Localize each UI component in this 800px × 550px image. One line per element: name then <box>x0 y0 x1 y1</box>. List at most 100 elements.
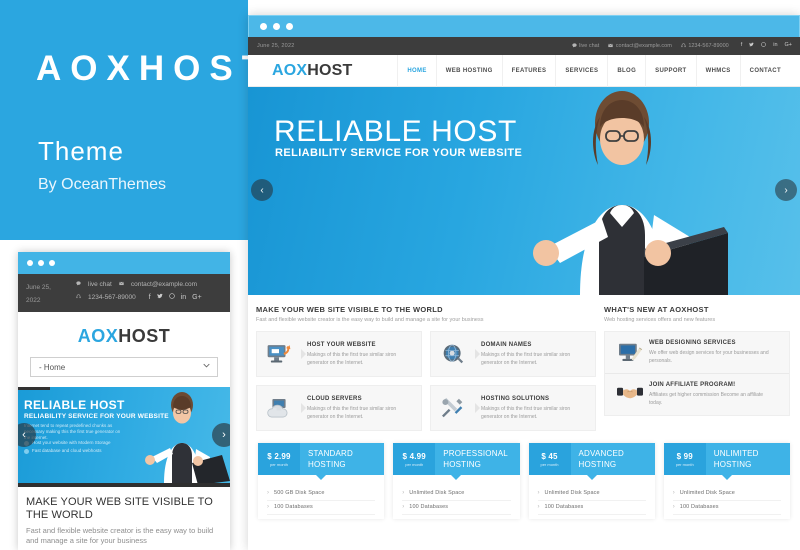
window-dot-minimize-icon[interactable] <box>38 260 44 266</box>
top-bar-contacts: live chat contact@example.com 1234-567-8… <box>571 42 792 49</box>
pricing-plan-card[interactable]: $ 45 per month ADVANCED HOSTING Unlimite… <box>528 443 655 519</box>
window-dot-maximize-icon[interactable] <box>286 23 293 30</box>
pricing-feature: 100 Databases <box>402 501 511 515</box>
pricing-plan-card[interactable]: $ 99 per month UNLIMITED HOSTING Unlimit… <box>663 443 790 519</box>
nav-item-services[interactable]: SERVICES <box>555 55 607 87</box>
phone-link[interactable]: 1234-567-89000 <box>681 43 729 49</box>
chat-icon <box>76 278 81 291</box>
live-chat-label: live chat <box>579 42 600 49</box>
top-bar-date: June 25, 2022 <box>257 43 295 49</box>
pricing-period: per month <box>269 461 288 467</box>
service-card[interactable]: HOSTING SOLUTIONS Makings of this the fi… <box>430 385 596 431</box>
chat-icon <box>571 43 577 48</box>
service-title: CLOUD SERVERS <box>307 395 362 402</box>
pricing-plan-name: STANDARD HOSTING <box>308 449 354 469</box>
social-links: f in G+ <box>741 42 792 49</box>
pricing-plan-name: UNLIMITED HOSTING <box>713 449 759 469</box>
mobile-section-heading: MAKE YOUR WEB SITE VISIBLE TO THE WORLD <box>26 496 213 521</box>
slider-next-button[interactable]: › <box>775 179 797 201</box>
services-subheading: Fast and flexible website creator is the… <box>256 317 484 323</box>
site-logo[interactable]: AOXHOST <box>272 62 353 80</box>
mobile-hero-slider: RELIABLE HOST RELIABILITY SERVICE FOR YO… <box>18 387 230 483</box>
email-link[interactable]: contact@example.com <box>608 43 672 49</box>
mobile-live-chat-label[interactable]: live chat <box>88 278 112 291</box>
news-heading: WHAT'S NEW AT AOXHOST <box>604 305 709 314</box>
service-card[interactable]: CLOUD SERVERS Makings of this the first … <box>256 385 422 431</box>
news-item[interactable]: JOIN AFFILIATE PROGRAM! Affiliates get h… <box>605 373 789 415</box>
pricing-plan-card[interactable]: $ 2.99 per month STANDARD HOSTING 500 GB… <box>258 443 385 519</box>
chevron-down-icon <box>203 363 210 370</box>
mobile-menu-selected-value: - Home <box>39 362 66 372</box>
pricing-plan-header: $ 2.99 per month STANDARD HOSTING <box>258 443 385 480</box>
mobile-hero-features: Host your website with Modern Storage Fa… <box>24 439 129 455</box>
pricing-plan-header: $ 99 per month UNLIMITED HOSTING <box>663 443 790 480</box>
pricing-amount: $ 99 <box>676 451 693 461</box>
googleplus-icon[interactable]: G+ <box>785 42 793 49</box>
nav-item-support[interactable]: SUPPORT <box>645 55 695 87</box>
pricing-period: per month <box>675 461 694 467</box>
globe-disc-icon <box>431 343 475 365</box>
pricing-feature: 500 GB Disk Space <box>267 487 376 501</box>
site-logo-prefix: AOX <box>272 62 308 79</box>
mobile-phone-label[interactable]: 1234-567-89000 <box>88 291 136 304</box>
window-dot-maximize-icon[interactable] <box>49 260 55 266</box>
pricing-period: per month <box>540 461 559 467</box>
twitter-icon[interactable] <box>156 291 163 304</box>
pricing-feature: Unlimited Disk Space <box>672 487 781 501</box>
mail-icon <box>119 278 124 291</box>
mobile-menu-select[interactable]: - Home <box>30 357 218 377</box>
service-title: HOSTING SOLUTIONS <box>481 395 550 402</box>
facebook-icon[interactable]: f <box>149 291 151 304</box>
nav-item-home[interactable]: HOME <box>397 55 435 87</box>
service-card[interactable]: DOMAIN NAMES Makings of this the first t… <box>430 331 596 377</box>
mobile-logo[interactable]: AOXHOST <box>18 312 230 357</box>
pinterest-icon[interactable] <box>761 42 767 49</box>
mobile-slider-next-button[interactable]: › <box>212 423 230 447</box>
facebook-icon[interactable]: f <box>741 42 743 49</box>
news-text: Affiliates get higher commission Become … <box>649 392 764 406</box>
browser-titlebar <box>248 15 800 37</box>
news-subheading: Web hosting services offers and new feat… <box>604 317 716 323</box>
googleplus-icon[interactable]: G+ <box>192 291 202 304</box>
nav-item-whmcs[interactable]: WHMCS <box>695 55 740 87</box>
window-dot-minimize-icon[interactable] <box>273 23 280 30</box>
mobile-hero-feature-2: Fast database and cloud webhosts <box>32 448 102 453</box>
hero-subtitle: RELIABILITY SERVICE FOR YOUR WEBSITE <box>275 147 523 159</box>
mobile-hero-title: RELIABLE HOST <box>24 398 125 412</box>
live-chat-link[interactable]: live chat <box>571 42 600 49</box>
pricing-feature: Unlimited Disk Space <box>537 487 646 501</box>
businesswoman-photo <box>518 87 728 295</box>
brand-panel: AOXHOST Theme By OceanThemes <box>0 0 263 240</box>
monitor-pencil-icon <box>611 340 649 364</box>
nav-item-blog[interactable]: BLOG <box>607 55 645 87</box>
twitter-icon[interactable] <box>749 42 754 49</box>
brand-author-label: By OceanThemes <box>38 176 167 193</box>
pricing-feature-list: Unlimited Disk Space 100 Databases <box>664 475 790 519</box>
nav-item-contact[interactable]: CONTACT <box>739 55 790 87</box>
slider-prev-button[interactable]: ‹ <box>251 179 273 201</box>
window-dot-close-icon[interactable] <box>260 23 267 30</box>
linkedin-icon[interactable]: in <box>181 291 186 304</box>
pricing-feature-list: Unlimited Disk Space 100 Databases <box>529 475 655 519</box>
mobile-email-label[interactable]: contact@example.com <box>131 278 197 291</box>
pricing-plan-name: PROFESSIONAL HOSTING <box>443 449 508 469</box>
pricing-plan-header: $ 4.99 per month PROFESSIONAL HOSTING <box>393 443 520 480</box>
service-title: HOST YOUR WEBSITE <box>307 341 376 348</box>
nav-item-features[interactable]: FEATURES <box>501 55 556 87</box>
cloud-server-icon <box>257 397 301 419</box>
nav-item-web-hosting[interactable]: WEB HOSTING <box>435 55 502 87</box>
pinterest-icon[interactable] <box>168 291 175 304</box>
hero-slider: RELIABLE HOST RELIABILITY SERVICE FOR YO… <box>248 87 800 295</box>
window-dot-close-icon[interactable] <box>27 260 33 266</box>
pricing-amount-block: $ 99 per month <box>663 443 706 475</box>
news-item[interactable]: WEB DESIGNING SERVICES We offer web desi… <box>605 332 789 373</box>
pricing-feature-list: 500 GB Disk Space 100 Databases <box>258 475 384 519</box>
hero-title: RELIABLE HOST <box>274 115 517 148</box>
pricing-plan-card[interactable]: $ 4.99 per month PROFESSIONAL HOSTING Un… <box>393 443 520 519</box>
service-text: Makings of this the first true similar s… <box>481 351 571 366</box>
news-title: WEB DESIGNING SERVICES <box>649 340 736 346</box>
pricing-feature: 100 Databases <box>537 501 646 515</box>
linkedin-icon[interactable]: in <box>773 42 777 49</box>
mobile-titlebar <box>18 252 230 274</box>
service-card[interactable]: HOST YOUR WEBSITE Makings of this the fi… <box>256 331 422 377</box>
